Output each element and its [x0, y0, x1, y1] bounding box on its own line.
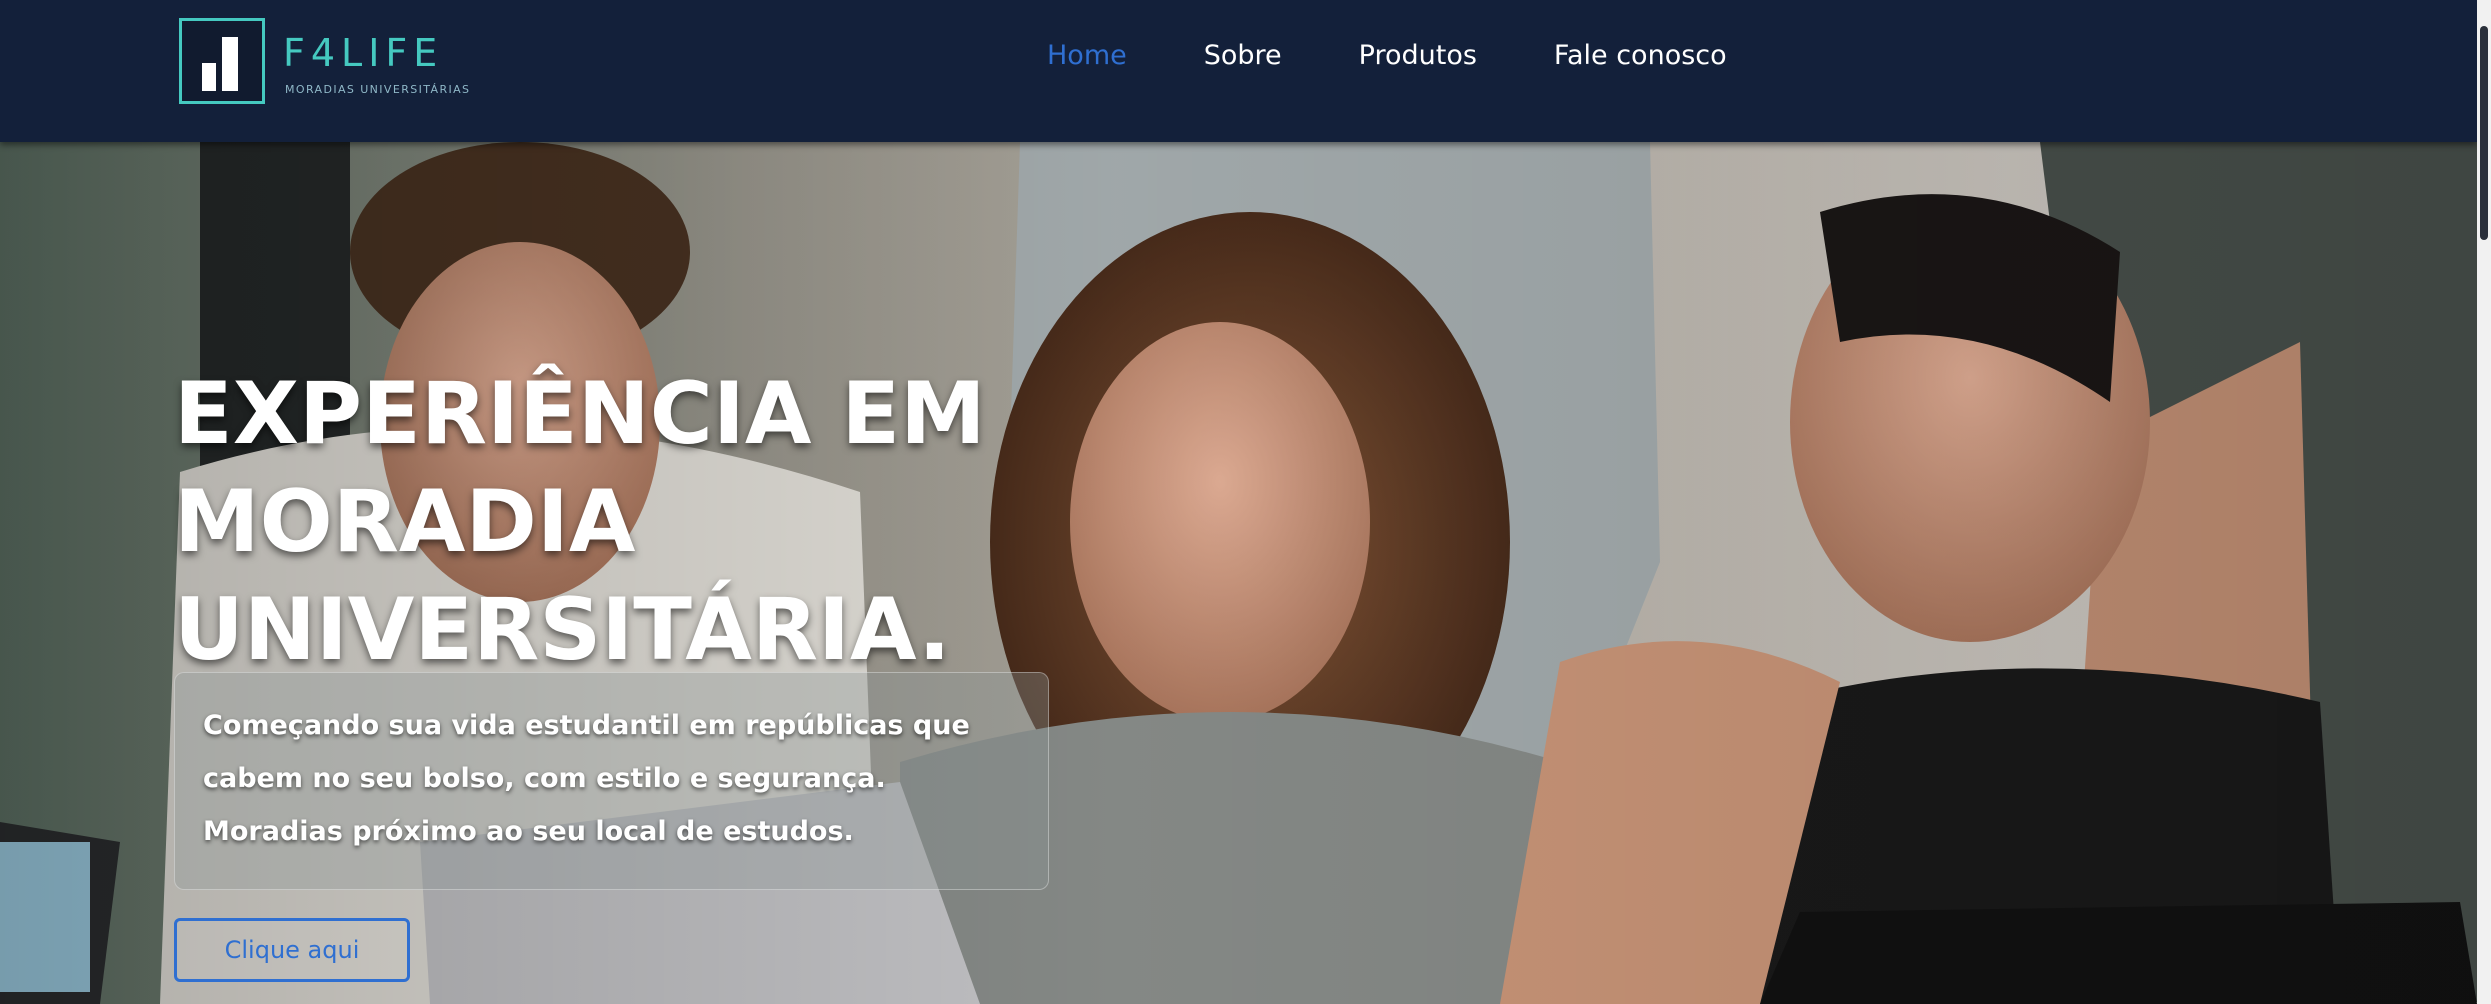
nav-sobre-link[interactable]: Sobre — [1204, 38, 1282, 78]
page-scrollbar[interactable] — [2477, 0, 2491, 1004]
hero-headline-line: MORADIA — [174, 472, 636, 572]
top-navbar: F4LIFE MORADIAS UNIVERSITÁRIAS Home Sobr… — [0, 0, 2477, 142]
cta-button[interactable]: Clique aqui — [174, 918, 410, 982]
nav-produtos-link[interactable]: Produtos — [1359, 38, 1477, 78]
hero-subtitle-box: Começando sua vida estudantil em repúbli… — [174, 672, 1049, 890]
hero-section: EXPERIÊNCIA EM MORADIA UNIVERSITÁRIA. Co… — [0, 142, 2477, 1004]
nav-fale-conosco-link[interactable]: Fale conosco — [1554, 38, 1727, 78]
hero-subtitle-line: Começando sua vida estudantil em repúbli… — [203, 710, 970, 741]
nav-home-link[interactable]: Home — [1047, 38, 1127, 78]
hero-headline-line: EXPERIÊNCIA EM — [174, 364, 986, 464]
main-nav: Home Sobre Produtos Fale conosco — [1047, 38, 1727, 78]
brand-tagline: MORADIAS UNIVERSITÁRIAS — [285, 83, 471, 96]
bar-chart-icon — [179, 18, 265, 104]
scrollbar-thumb[interactable] — [2480, 26, 2488, 240]
hero-subtitle-line: cabem no seu bolso, com estilo e seguran… — [203, 763, 886, 794]
brand-name: F4LIFE — [283, 31, 444, 75]
hero-subtitle-line: Moradias próximo ao seu local de estudos… — [203, 816, 854, 847]
hero-headline: EXPERIÊNCIA EM MORADIA UNIVERSITÁRIA. — [174, 360, 1074, 684]
hero-headline-line: UNIVERSITÁRIA. — [174, 580, 951, 680]
hero-subtitle: Começando sua vida estudantil em repúbli… — [203, 699, 1023, 858]
brand-logo[interactable]: F4LIFE MORADIAS UNIVERSITÁRIAS — [179, 18, 474, 114]
